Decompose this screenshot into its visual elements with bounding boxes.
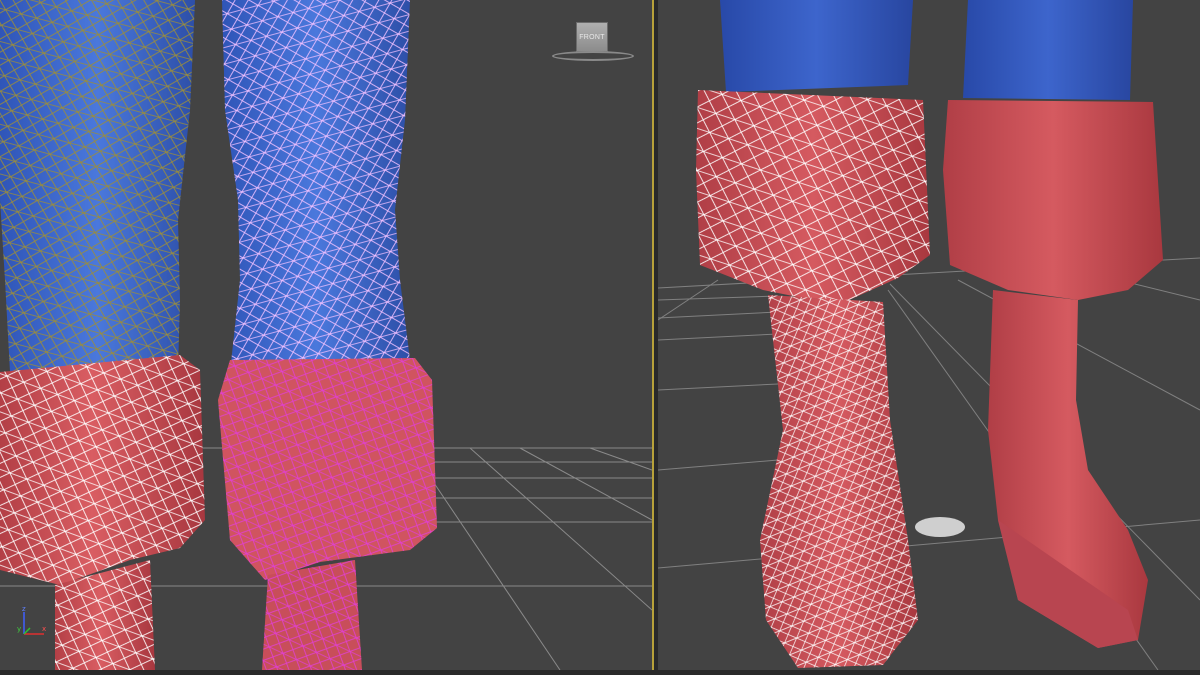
right-viewport-scene <box>658 0 1200 670</box>
left-boot-mesh <box>696 0 930 668</box>
left-leg-mesh <box>0 0 205 670</box>
viewcube-label: FRONT <box>579 33 605 41</box>
axis-tripod-icon: z x y <box>17 605 46 635</box>
status-strip <box>0 670 1200 675</box>
viewcube-compass-ring[interactable] <box>552 51 634 61</box>
viewcube[interactable]: FRONT <box>552 20 634 64</box>
right-viewport[interactable]: z x y <box>658 0 1200 670</box>
left-viewport-scene <box>0 0 652 670</box>
ground-shadow <box>915 517 965 537</box>
axis-y-label: y <box>17 625 21 633</box>
right-leg-mesh <box>218 0 437 670</box>
right-boot-mesh <box>943 0 1163 648</box>
axis-z-label: z <box>22 605 26 613</box>
axis-x-label: x <box>42 625 46 633</box>
viewcube-face[interactable]: FRONT <box>576 22 608 52</box>
left-viewport[interactable]: FRONT z x y <box>0 0 654 672</box>
